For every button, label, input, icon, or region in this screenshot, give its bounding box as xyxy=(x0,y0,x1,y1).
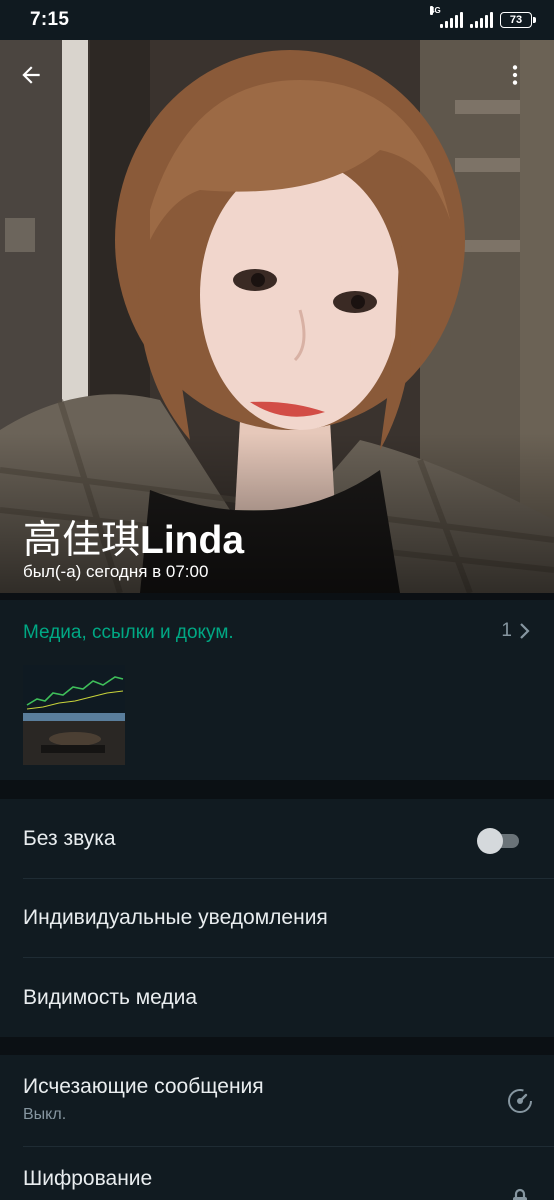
toggle-thumb xyxy=(477,828,503,854)
encryption-label: Шифрование xyxy=(23,1167,153,1190)
media-visibility-row[interactable]: Видимость медиа xyxy=(0,958,554,1037)
mute-toggle[interactable] xyxy=(477,828,521,854)
status-time: 7:15 xyxy=(30,9,70,30)
battery-icon: 73 xyxy=(500,12,536,28)
contact-name-cjk: 高佳琪 xyxy=(23,519,141,562)
last-seen-status: был(-а) сегодня в 07:00 xyxy=(23,562,209,581)
media-count: 1 xyxy=(501,620,512,641)
privacy-settings-group: Исчезающие сообщения Выкл. Шифрование xyxy=(0,1055,554,1200)
signal-icon xyxy=(470,12,493,28)
back-button[interactable] xyxy=(18,62,58,102)
media-links-docs-link[interactable]: Медиа, ссылки и докум. xyxy=(23,622,234,644)
disappearing-messages-label: Исчезающие сообщения xyxy=(23,1075,264,1098)
custom-notifications-row[interactable]: Индивидуальные уведомления xyxy=(0,879,554,958)
lock-icon xyxy=(513,1188,527,1200)
custom-notifications-label: Индивидуальные уведомления xyxy=(23,906,328,929)
chevron-right-icon xyxy=(520,623,530,639)
contact-name: 高佳琪Linda xyxy=(23,509,244,565)
contact-name-latin: Linda xyxy=(140,519,245,562)
profile-photo[interactable]: 高佳琪Linda был(-а) сегодня в 07:00 xyxy=(0,40,554,593)
media-thumbnail[interactable] xyxy=(23,665,125,765)
battery-level: 73 xyxy=(509,14,523,26)
more-options-button[interactable] xyxy=(502,62,542,102)
signal-4g-icon: 4G xyxy=(430,6,463,28)
media-thumbnail-image xyxy=(23,665,125,765)
media-visibility-label: Видимость медиа xyxy=(23,986,198,1009)
disappearing-messages-row[interactable]: Исчезающие сообщения Выкл. xyxy=(0,1055,554,1147)
mute-row[interactable]: Без звука xyxy=(0,799,554,878)
disappearing-messages-value: Выкл. xyxy=(23,1106,67,1123)
status-icons: 4G 73 xyxy=(430,6,536,28)
encryption-row[interactable]: Шифрование xyxy=(0,1147,554,1200)
status-bar: 7:15 4G 73 xyxy=(0,0,554,40)
media-section: Медиа, ссылки и докум. 1 xyxy=(0,600,554,780)
more-vertical-icon xyxy=(512,65,518,85)
media-count-button[interactable]: 1 xyxy=(501,620,532,642)
mute-label: Без звука xyxy=(23,827,116,850)
arrow-left-icon xyxy=(22,66,40,84)
timer-icon xyxy=(508,1089,532,1113)
notification-settings-group: Без звука Индивидуальные уведомления Вид… xyxy=(0,799,554,1037)
network-type-label: 4G xyxy=(430,6,441,15)
